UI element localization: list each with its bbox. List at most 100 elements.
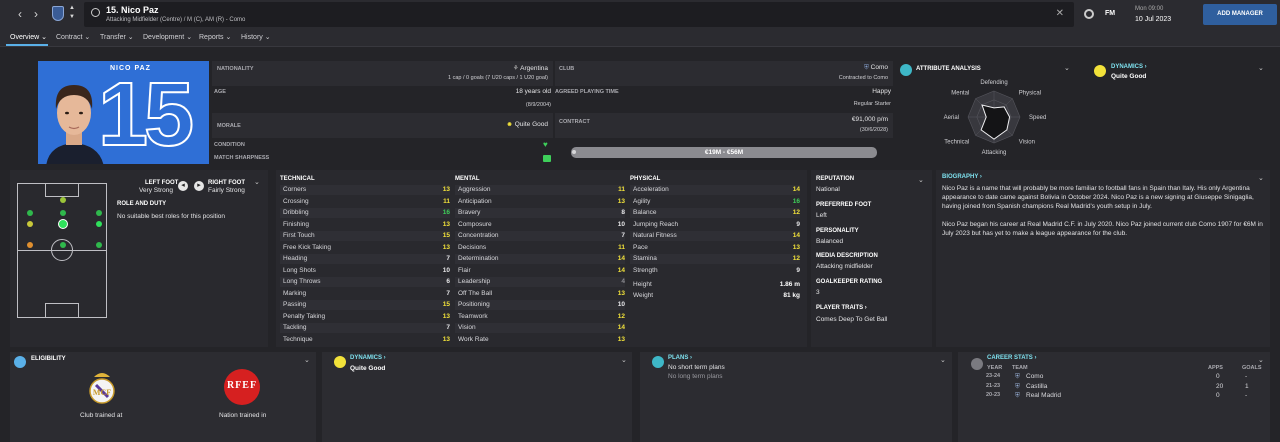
chevron-down-icon[interactable]: ⌄ xyxy=(254,178,260,186)
weight-label: Weight xyxy=(633,292,654,299)
career-row[interactable]: 20-23 ⛨ Real Madrid 0 - xyxy=(985,392,1265,402)
physical-row[interactable]: Jumping Reach 9 xyxy=(630,220,800,230)
position-dot[interactable] xyxy=(96,242,102,248)
contract-end-value: (30/6/2028) xyxy=(859,127,888,133)
mental-row[interactable]: Bravery 8 xyxy=(455,208,625,218)
contract-label: CONTRACT xyxy=(559,119,590,125)
position-dot[interactable] xyxy=(60,242,66,248)
position-dot[interactable] xyxy=(60,210,66,216)
svg-text:MCF: MCF xyxy=(93,388,111,397)
position-dot[interactable] xyxy=(60,197,66,203)
tab-reports[interactable]: Reports ⌄ xyxy=(199,33,231,41)
chevron-down-icon[interactable]: ⌄ xyxy=(1258,356,1264,364)
mental-row[interactable]: Teamwork 12 xyxy=(455,312,625,322)
physical-row[interactable]: Natural Fitness 14 xyxy=(630,231,800,241)
technical-row[interactable]: Marking 7 xyxy=(280,289,450,299)
dynamics-bottom-title[interactable]: DYNAMICS › xyxy=(350,355,386,361)
close-icon[interactable]: ✕ xyxy=(1056,8,1064,19)
chevron-down-icon[interactable]: ⌄ xyxy=(940,356,946,364)
chevron-down-icon[interactable]: ⌄ xyxy=(304,356,310,364)
attribute-value: 13 xyxy=(442,335,450,343)
mental-row[interactable]: Anticipation 13 xyxy=(455,197,625,207)
chevron-down-icon[interactable]: ⌄ xyxy=(1258,174,1264,182)
attribute-value: 7 xyxy=(446,289,450,297)
physical-row[interactable]: Acceleration 14 xyxy=(630,185,800,195)
plans-title[interactable]: PLANS › xyxy=(668,355,692,361)
happiness-value: Happy xyxy=(872,88,891,95)
career-row[interactable]: 23-24 ⛨ Como 0 - xyxy=(985,373,1265,383)
condition-label: CONDITION xyxy=(214,142,245,148)
technical-row[interactable]: Technique 13 xyxy=(280,335,450,345)
career-title[interactable]: CAREER STATS › xyxy=(987,355,1036,361)
tab-contract[interactable]: Contract ⌄ xyxy=(56,33,90,41)
club-crest-icon[interactable] xyxy=(52,6,64,21)
mental-row[interactable]: Flair 14 xyxy=(455,266,625,276)
back-icon[interactable]: ‹ xyxy=(12,6,28,22)
physical-row[interactable]: Stamina 12 xyxy=(630,254,800,264)
physical-row[interactable]: Agility 16 xyxy=(630,197,800,207)
mental-row[interactable]: Determination 14 xyxy=(455,254,625,264)
fm-logo[interactable]: FM xyxy=(1105,10,1115,17)
mental-row[interactable]: Decisions 11 xyxy=(455,243,625,253)
ball-icon[interactable] xyxy=(1084,9,1094,19)
technical-row[interactable]: Finishing 13 xyxy=(280,220,450,230)
position-dot[interactable] xyxy=(96,221,102,227)
technical-row[interactable]: Dribbling 16 xyxy=(280,208,450,218)
technical-row[interactable]: Penalty Taking 13 xyxy=(280,312,450,322)
technical-row[interactable]: Free Kick Taking 13 xyxy=(280,243,450,253)
mental-row[interactable]: Vision 14 xyxy=(455,323,625,333)
mental-row[interactable]: Off The Ball 13 xyxy=(455,289,625,299)
chevron-down-icon[interactable]: ⌄ xyxy=(621,356,627,364)
nation-trained-label: Nation trained in xyxy=(219,412,267,419)
position-dot-selected[interactable] xyxy=(58,219,68,229)
technical-row[interactable]: First Touch 15 xyxy=(280,231,450,241)
position-dot[interactable] xyxy=(27,210,33,216)
tab-overview[interactable]: Overview ⌄ xyxy=(10,33,47,41)
position-dot[interactable] xyxy=(27,242,33,248)
age-value: 18 years old xyxy=(515,88,551,95)
technical-row[interactable]: Long Shots 10 xyxy=(280,266,450,276)
updown-icon[interactable]: ▲ ▼ xyxy=(69,4,75,22)
technical-row[interactable]: Long Throws 6 xyxy=(280,277,450,287)
technical-row[interactable]: Tackling 7 xyxy=(280,323,450,333)
chevron-down-icon[interactable]: ⌄ xyxy=(1064,64,1070,72)
add-manager-button[interactable]: ADD MANAGER xyxy=(1203,4,1277,25)
mental-row[interactable]: Positioning 10 xyxy=(455,300,625,310)
tab-transfer[interactable]: Transfer ⌄ xyxy=(100,33,134,41)
left-foot-label: LEFT FOOT xyxy=(145,180,179,186)
biography-title[interactable]: BIOGRAPHY › xyxy=(942,174,982,180)
technical-row[interactable]: Passing 15 xyxy=(280,300,450,310)
forward-icon[interactable]: › xyxy=(28,6,44,22)
dynamics-title[interactable]: DYNAMICS › xyxy=(1111,64,1147,70)
attribute-value: 11 xyxy=(443,197,450,205)
mental-row[interactable]: Leadership 4 xyxy=(455,277,625,287)
position-dot[interactable] xyxy=(27,221,33,227)
value-range-bar[interactable]: €19M - €56M xyxy=(571,147,877,158)
tab-development[interactable]: Development ⌄ xyxy=(143,33,192,41)
chevron-down-icon[interactable]: ⌄ xyxy=(918,176,924,184)
morale-value[interactable]: ☻ Quite Good xyxy=(440,121,548,128)
position-dot[interactable] xyxy=(96,210,102,216)
search-icon[interactable] xyxy=(91,8,100,17)
attribute-name: Passing xyxy=(283,301,307,308)
attribute-name: Balance xyxy=(633,209,657,216)
physical-row[interactable]: Balance 12 xyxy=(630,208,800,218)
technical-row[interactable]: Crossing 11 xyxy=(280,197,450,207)
nationality-value[interactable]: ⚘ Argentina xyxy=(400,64,548,72)
mental-row[interactable]: Composure 10 xyxy=(455,220,625,230)
physical-row[interactable]: Pace 13 xyxy=(630,243,800,253)
nationality-label: NATIONALITY xyxy=(217,66,254,72)
technical-row[interactable]: Heading 7 xyxy=(280,254,450,264)
wage-value: €91,000 p/m xyxy=(851,116,888,123)
career-row[interactable]: 21-23 ⛨ Castilla 20 1 xyxy=(985,383,1265,393)
physical-row[interactable]: Strength 9 xyxy=(630,266,800,276)
mental-row[interactable]: Work Rate 13 xyxy=(455,335,625,345)
tab-history[interactable]: History ⌄ xyxy=(241,33,271,41)
mental-row[interactable]: Aggression 11 xyxy=(455,185,625,195)
attribute-value: 10 xyxy=(617,301,625,308)
mental-row[interactable]: Concentration 7 xyxy=(455,231,625,241)
radar-label: Physical xyxy=(1019,90,1041,96)
chevron-down-icon[interactable]: ⌄ xyxy=(1258,64,1264,72)
technical-row[interactable]: Corners 13 xyxy=(280,185,450,195)
club-value[interactable]: ⛨ Como xyxy=(760,64,888,72)
